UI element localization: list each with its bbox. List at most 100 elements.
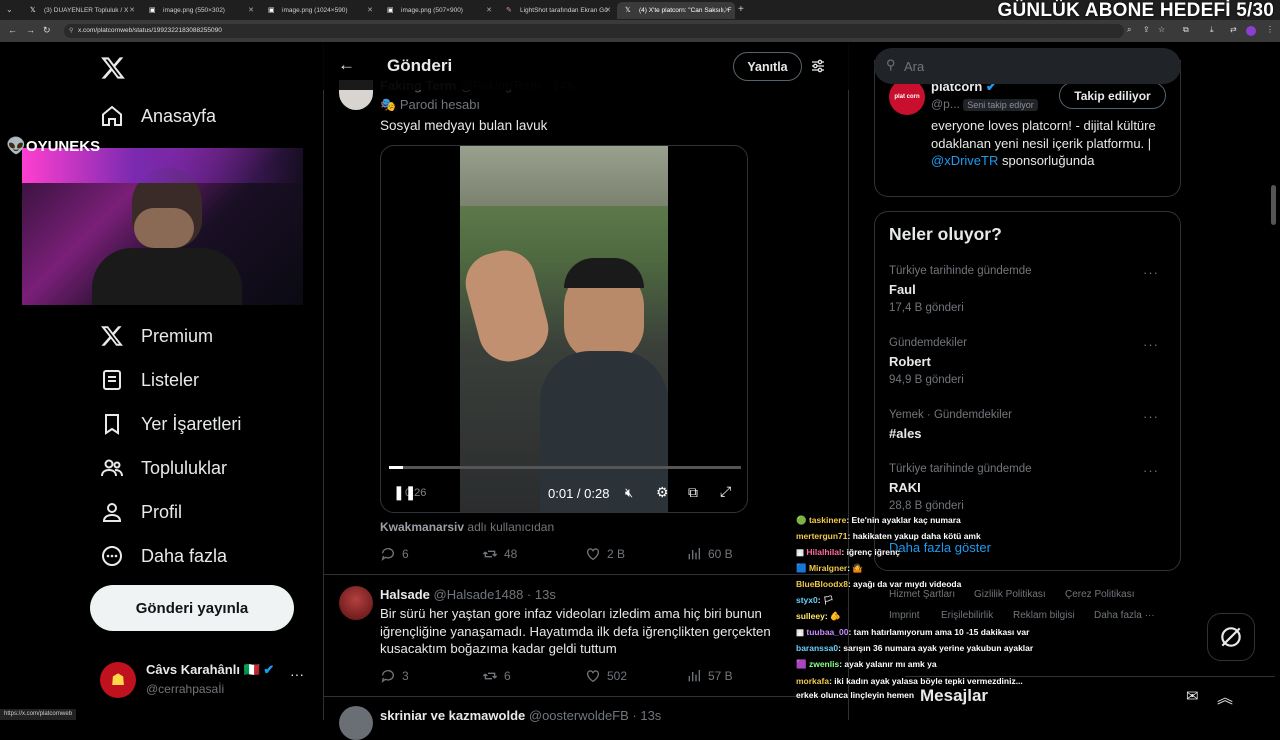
reply-button[interactable]: Yanıtla bbox=[733, 52, 802, 81]
mute-icon[interactable]: 🔇︎ bbox=[625, 485, 633, 501]
more-dots-icon[interactable]: ··· bbox=[1143, 409, 1159, 424]
expand-icon[interactable]: ︽ bbox=[1217, 684, 1233, 708]
address-bar[interactable]: x.com/platcornweb/status/199232218308825… bbox=[64, 24, 1124, 38]
views-icon bbox=[688, 670, 700, 682]
browser-tab[interactable]: ▣ image.png (507×900) ✕ bbox=[379, 2, 497, 19]
new-tab-icon[interactable]: + bbox=[738, 4, 744, 15]
settings-icon[interactable]: ⚙ bbox=[656, 484, 669, 501]
share-icon[interactable]: ⇪ bbox=[1143, 25, 1150, 34]
scrollbar[interactable] bbox=[1271, 185, 1276, 225]
extensions-icon[interactable]: ⧉ bbox=[1183, 25, 1189, 35]
sidebar-item-lists[interactable]: Listeler bbox=[100, 360, 199, 400]
views-action[interactable]: 60 B bbox=[686, 546, 733, 562]
site-info-icon[interactable]: ⚲ bbox=[69, 27, 73, 34]
sidebar-item-communities[interactable]: Topluluklar bbox=[100, 448, 227, 488]
bio-link[interactable]: @xDriveTR bbox=[931, 153, 998, 168]
views-icon bbox=[688, 548, 700, 560]
more-dots-icon[interactable]: ··· bbox=[290, 666, 304, 682]
sidebar-item-label: Yer İşaretleri bbox=[141, 413, 242, 434]
new-message-icon[interactable]: ✉ bbox=[1186, 687, 1199, 705]
following-button[interactable]: Takip ediliyor bbox=[1059, 82, 1166, 109]
browser-tab[interactable]: 𝕏 (3) DUAYENLER Topluluk / X ✕ bbox=[22, 2, 140, 19]
reply-icon bbox=[381, 670, 394, 683]
video-progress-track[interactable] bbox=[389, 466, 741, 469]
car-ceiling bbox=[460, 146, 668, 206]
more-dots-icon[interactable]: ··· bbox=[1143, 337, 1159, 352]
browser-menu-icon[interactable]: ⋮ bbox=[1266, 25, 1274, 34]
like-action[interactable]: 2 B bbox=[585, 546, 625, 562]
post-button[interactable]: Gönderi yayınla bbox=[90, 585, 294, 631]
post-text: Sosyal medyayı bulan lavuk bbox=[380, 118, 548, 133]
footer-link-ads[interactable]: Reklam bilgisi bbox=[1013, 610, 1075, 621]
zoom-icon[interactable]: ⌕ bbox=[1127, 25, 1131, 35]
sidebar-item-label: Premium bbox=[141, 325, 214, 346]
grok-button[interactable] bbox=[1207, 613, 1255, 661]
browser-tab[interactable]: ▣ image.png (1024×590) ✕ bbox=[260, 2, 378, 19]
footer-link-terms[interactable]: Hizmet Şartları bbox=[889, 589, 955, 600]
sidebar-item-premium[interactable]: Premium bbox=[100, 316, 213, 356]
like-action[interactable]: 502 bbox=[585, 668, 627, 684]
trend-item[interactable]: Türkiye tarihinde gündemde RAKI 28,8 B gön… bbox=[889, 463, 1169, 523]
search-input[interactable]: Ara bbox=[874, 48, 1181, 84]
browser-tab-active[interactable]: 𝕏 (4) X'te platcorn: "Can Saksılı, F ✕ bbox=[617, 2, 735, 19]
streamer-body bbox=[92, 248, 242, 305]
forward-icon[interactable]: → bbox=[26, 25, 35, 35]
post-author[interactable]: skriniar ve kazmawolde @oosterwoldeFB · … bbox=[380, 708, 661, 723]
post-author[interactable]: Halsade @Halsade1488 · 13s bbox=[380, 587, 556, 602]
download-icon[interactable]: ⤓ bbox=[1210, 25, 1214, 35]
sidebar-item-home[interactable]: Anasayfa bbox=[100, 96, 216, 136]
close-tab-icon[interactable]: ✕ bbox=[724, 6, 730, 14]
browser-tab[interactable]: ▣ image.png (550×302) ✕ bbox=[141, 2, 259, 19]
sidebar-item-bookmarks[interactable]: Yer İşaretleri bbox=[100, 404, 241, 444]
streamer-face bbox=[134, 208, 194, 248]
close-tab-icon[interactable]: ✕ bbox=[605, 6, 611, 14]
footer-link-accessibility[interactable]: Erişilebilirlik bbox=[941, 610, 993, 621]
trend-item[interactable]: Türkiye tarihinde gündemde Faul 17,4 B gön… bbox=[889, 265, 1169, 325]
translate-icon[interactable]: ⇄ bbox=[1230, 25, 1237, 34]
profile-avatar-icon[interactable] bbox=[1246, 26, 1256, 36]
avatar[interactable] bbox=[339, 586, 373, 620]
avatar[interactable]: plat corn bbox=[889, 79, 925, 115]
x-favicon-icon: 𝕏 bbox=[30, 7, 36, 14]
bookmark-icon bbox=[105, 414, 119, 435]
tab-menu-icon[interactable]: ⌄ bbox=[6, 5, 13, 14]
trends-title: Neler oluyor? bbox=[889, 224, 1002, 244]
repost-action[interactable]: 48 bbox=[482, 546, 517, 562]
footer-link-privacy[interactable]: Gizlilik Politikası bbox=[974, 589, 1046, 600]
fullscreen-icon[interactable]: ⤢ bbox=[720, 483, 731, 500]
browser-tab[interactable]: ✎ LightShot tarafından Ekran Gö ✕ bbox=[498, 2, 616, 19]
repost-action[interactable]: 6 bbox=[482, 668, 511, 684]
account-bio: everyone loves platcorn! - dijital kültü… bbox=[931, 118, 1156, 168]
filter-icon[interactable] bbox=[810, 58, 826, 74]
sidebar-item-profile[interactable]: Profil bbox=[100, 492, 182, 532]
footer-link-imprint[interactable]: Imprint bbox=[889, 610, 920, 621]
video-source[interactable]: Kwakmanarsiv adlı kullanıcıdan bbox=[380, 520, 554, 534]
picture-in-picture-icon[interactable]: ⧉ bbox=[688, 484, 698, 501]
close-tab-icon[interactable]: ✕ bbox=[486, 6, 492, 14]
trend-item[interactable]: Yemek · Gündemdekiler #ales ··· bbox=[889, 409, 1169, 469]
account-switcher[interactable]: ☗ Câvs Karahânlı 🇮🇹 ✔ @cerrahpasaİi ··· bbox=[100, 660, 320, 700]
trend-item[interactable]: Gündemdekiler Robert 94,9 B gönderi ··· bbox=[889, 337, 1169, 397]
show-more-link[interactable]: Daha fazla göster bbox=[889, 540, 991, 555]
reply-action[interactable]: 3 bbox=[380, 668, 409, 684]
close-tab-icon[interactable]: ✕ bbox=[129, 6, 135, 14]
sidebar-item-more[interactable]: Daha fazla bbox=[100, 536, 227, 576]
star-icon[interactable]: ☆ bbox=[1158, 25, 1165, 34]
views-action[interactable]: 57 B bbox=[686, 668, 733, 684]
close-tab-icon[interactable]: ✕ bbox=[367, 6, 373, 14]
close-tab-icon[interactable]: ✕ bbox=[248, 6, 254, 14]
back-arrow-icon[interactable]: ← bbox=[338, 55, 355, 75]
avatar[interactable] bbox=[339, 706, 373, 740]
reply-action[interactable]: 6 bbox=[380, 546, 409, 562]
chat-badge-icon: ▦ bbox=[796, 547, 805, 557]
messages-title: Mesajlar bbox=[920, 686, 989, 705]
reload-icon[interactable]: ↻ bbox=[43, 25, 51, 36]
back-icon[interactable]: ← bbox=[8, 25, 17, 35]
footer-link-cookies[interactable]: Çerez Politikası bbox=[1065, 589, 1134, 600]
x-logo-icon[interactable] bbox=[100, 55, 126, 81]
footer-link-more[interactable]: Daha fazla ··· bbox=[1094, 610, 1155, 621]
more-dots-icon[interactable]: ··· bbox=[1143, 265, 1159, 280]
more-dots-icon[interactable]: ··· bbox=[1143, 463, 1159, 478]
repost-icon bbox=[482, 672, 498, 680]
video-player[interactable]: ❚❚ 0:26 0:01 / 0:28 🔇︎ ⚙ ⧉ ⤢ bbox=[380, 145, 748, 513]
